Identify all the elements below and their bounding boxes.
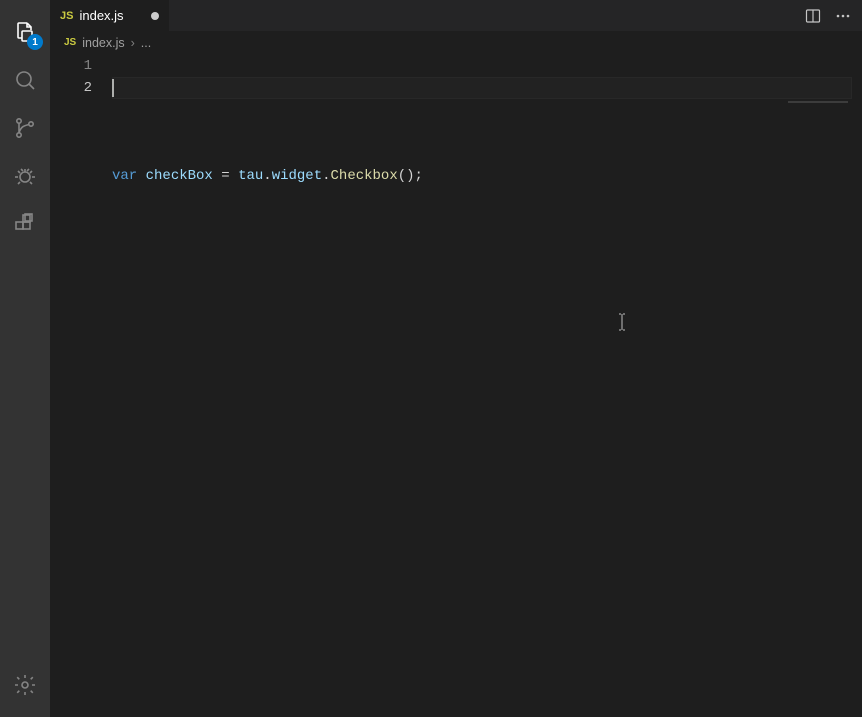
punct: . xyxy=(322,168,330,184)
activity-debug[interactable] xyxy=(1,152,49,200)
current-line-highlight xyxy=(112,77,852,99)
split-editor-icon[interactable] xyxy=(802,5,824,27)
breadcrumb[interactable]: JS index.js › ... xyxy=(50,31,862,55)
dirty-indicator-icon xyxy=(151,12,159,20)
chevron-right-icon: › xyxy=(131,36,135,50)
punct: = xyxy=(213,168,238,184)
mouse-ibeam-icon xyxy=(540,291,627,360)
editor-actions xyxy=(802,0,862,31)
activity-search[interactable] xyxy=(1,56,49,104)
activity-extensions[interactable] xyxy=(1,200,49,248)
code-editor[interactable]: 1 2 var checkBox = tau.widget.Checkbox()… xyxy=(50,55,862,717)
more-actions-icon[interactable] xyxy=(832,5,854,27)
code-area[interactable]: var checkBox = tau.widget.Checkbox(); xyxy=(112,55,862,717)
punct: . xyxy=(263,168,271,184)
code-line-1[interactable]: var checkBox = tau.widget.Checkbox(); xyxy=(112,165,862,187)
activity-settings[interactable] xyxy=(1,661,49,709)
activity-explorer[interactable]: 1 xyxy=(1,8,49,56)
minimap[interactable] xyxy=(788,57,848,65)
tabs-bar: JS index.js xyxy=(50,0,862,31)
tab-index-js[interactable]: JS index.js xyxy=(50,0,170,31)
main-area: JS index.js JS index.js › ... 1 xyxy=(50,0,862,717)
line-number: 1 xyxy=(50,55,92,77)
breadcrumb-filename: index.js xyxy=(82,36,124,50)
function-call: Checkbox xyxy=(331,168,398,184)
keyword: var xyxy=(112,168,137,184)
explorer-badge: 1 xyxy=(27,34,43,50)
breadcrumb-trail: ... xyxy=(141,36,151,50)
text-cursor xyxy=(112,79,114,97)
tab-label: index.js xyxy=(79,8,123,23)
line-gutter: 1 2 xyxy=(50,55,112,717)
variable: checkBox xyxy=(146,168,213,184)
identifier: widget xyxy=(272,168,322,184)
activity-bar: 1 xyxy=(0,0,50,717)
js-file-icon: JS xyxy=(64,37,76,48)
js-file-icon: JS xyxy=(60,10,73,22)
activity-source-control[interactable] xyxy=(1,104,49,152)
code-line-2[interactable] xyxy=(112,231,862,253)
line-number: 2 xyxy=(50,77,92,99)
identifier: tau xyxy=(238,168,263,184)
punct: (); xyxy=(398,168,423,184)
